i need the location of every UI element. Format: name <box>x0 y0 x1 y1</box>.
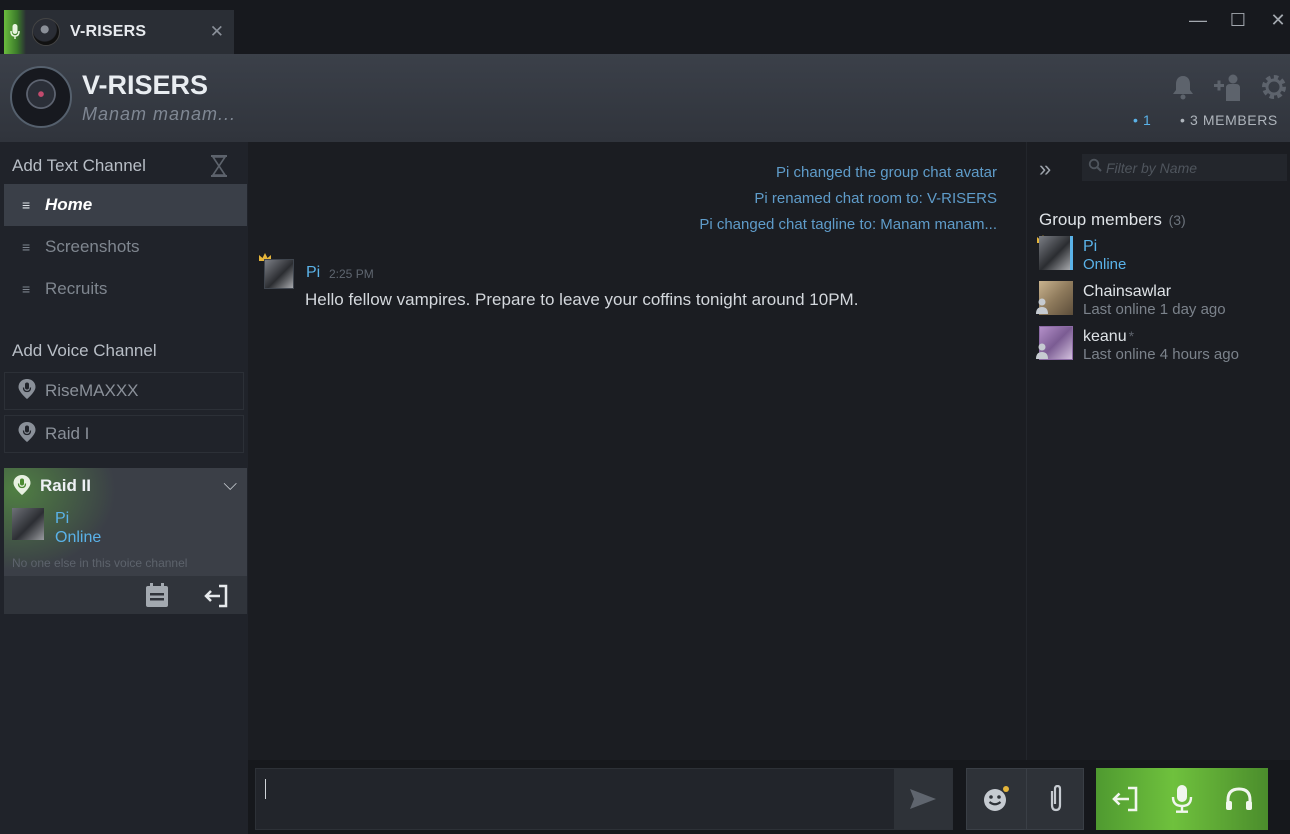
voice-channel-details-icon[interactable] <box>143 582 171 610</box>
group-name: V-RISERS <box>82 70 209 100</box>
microphone-button[interactable] <box>1153 768 1210 830</box>
text-channel-icon: ≡ <box>22 239 31 255</box>
voice-controls-bar <box>4 576 247 614</box>
member-avatar <box>1039 236 1073 270</box>
online-count: • 1 <box>1133 112 1152 128</box>
hourglass-icon[interactable] <box>208 154 230 183</box>
composer-tools <box>966 768 1084 830</box>
message-text: Hello fellow vampires. Prepare to leave … <box>305 290 859 309</box>
group-members-label: Group members <box>1039 210 1162 229</box>
send-button[interactable] <box>894 769 952 829</box>
leave-voice-button[interactable] <box>1096 768 1153 830</box>
user-icon <box>1036 298 1048 314</box>
channel-sidebar: Add Text Channel ≡ Home ≡ Screenshots ≡ … <box>0 142 248 834</box>
chevron-down-icon[interactable]: ⌵ <box>223 474 237 495</box>
paperclip-icon <box>1050 785 1061 812</box>
voice-channel-label: RiseMAXXX <box>45 381 139 400</box>
message-author[interactable]: Pi <box>306 264 320 282</box>
member-name: Chainsawlar <box>1083 283 1172 300</box>
member-filter[interactable] <box>1082 154 1287 181</box>
add-friend-icon[interactable] <box>1213 72 1243 102</box>
voice-controls <box>1096 768 1268 830</box>
leave-voice-icon[interactable] <box>202 582 230 610</box>
group-avatar[interactable] <box>10 66 72 128</box>
search-icon <box>1088 158 1102 177</box>
member-status: Last online 4 hours ago <box>1083 346 1239 363</box>
minimize-button[interactable]: — <box>1186 10 1210 31</box>
bell-icon[interactable] <box>1168 72 1198 102</box>
message-input[interactable] <box>264 777 884 821</box>
voice-user-status: Online <box>55 529 102 546</box>
voice-channel-icon <box>17 378 37 405</box>
message-author-avatar[interactable] <box>264 259 294 289</box>
headphones-icon <box>1225 787 1252 810</box>
member-chainsawlar[interactable]: Chainsawlar Last online 1 day ago <box>1036 281 1289 321</box>
title-bar: V-RISERS ✕ — ☐ ✕ <box>0 0 1290 54</box>
group-members-title: Group members (3) <box>1039 210 1186 230</box>
channel-label: Recruits <box>45 279 108 298</box>
voice-channel-label: Raid I <box>45 424 90 443</box>
headphones-button[interactable] <box>1210 768 1267 830</box>
system-message: Pi changed the group chat avatar <box>776 164 997 181</box>
message-composer <box>255 768 953 830</box>
sidebar-item-screenshots[interactable]: ≡ Screenshots <box>4 226 247 268</box>
members-panel: » Group members (3) Pi Online Chainsawla… <box>1026 142 1290 760</box>
send-icon <box>910 789 936 809</box>
text-channel-icon: ≡ <box>22 197 31 213</box>
user-icon <box>1036 343 1048 359</box>
maximize-button[interactable]: ☐ <box>1226 10 1250 31</box>
member-status: Online <box>1083 256 1127 273</box>
leave-voice-icon <box>1111 786 1137 812</box>
group-header: V-RISERS Manam manam... • 1 • 3 MEMBERS <box>0 54 1290 142</box>
group-members-count: (3) <box>1168 212 1186 228</box>
sidebar-item-recruits[interactable]: ≡ Recruits <box>4 268 247 310</box>
member-name-text: keanu <box>1083 328 1127 345</box>
collapse-members-icon[interactable]: » <box>1039 156 1051 182</box>
filter-input[interactable] <box>1106 159 1281 176</box>
member-pi[interactable]: Pi Online <box>1037 235 1289 276</box>
voice-channel-icon <box>17 421 37 448</box>
voice-user-name[interactable]: Pi <box>55 510 69 528</box>
tab-group-avatar <box>32 18 60 46</box>
microphone-icon <box>1171 785 1192 813</box>
gear-icon[interactable] <box>1259 72 1289 102</box>
member-status: Last online 1 day ago <box>1083 301 1226 318</box>
message-timestamp: 2:25 PM <box>329 267 374 281</box>
member-name: Pi <box>1083 238 1098 255</box>
smiley-icon <box>984 786 1009 811</box>
emoticon-button[interactable] <box>967 769 1025 829</box>
channel-label: Home <box>45 195 93 214</box>
member-badge: * <box>1128 328 1135 344</box>
member-keanu[interactable]: keanu * Last online 4 hours ago <box>1036 326 1289 366</box>
chat-area: Pi changed the group chat avatar Pi rena… <box>248 142 1026 760</box>
chat-tab[interactable]: V-RISERS ✕ <box>4 10 234 54</box>
group-tagline: Manam manam... <box>82 104 237 124</box>
system-message: Pi renamed chat room to: V-RISERS <box>754 190 997 207</box>
voice-channel-active-icon <box>12 474 32 501</box>
members-count[interactable]: • 3 MEMBERS <box>1180 112 1278 128</box>
close-window-button[interactable]: ✕ <box>1266 10 1290 31</box>
voice-user-avatar[interactable] <box>12 508 44 540</box>
text-channel-icon: ≡ <box>22 281 31 297</box>
voice-empty-note: No one else in this voice channel <box>12 556 188 570</box>
tab-title: V-RISERS <box>70 23 147 40</box>
system-message: Pi changed chat tagline to: Manam manam.… <box>699 216 997 233</box>
sidebar-item-home[interactable]: ≡ Home <box>4 184 247 226</box>
voice-channel-risemaxxx[interactable]: RiseMAXXX <box>4 372 244 410</box>
active-voice-channel: Raid II ⌵ Pi Online No one else in this … <box>4 468 247 614</box>
active-voice-channel-title[interactable]: Raid II <box>40 476 91 496</box>
attach-button[interactable] <box>1026 769 1084 829</box>
add-text-channel-label[interactable]: Add Text Channel <box>12 156 146 176</box>
tab-close-icon[interactable]: ✕ <box>210 22 224 42</box>
voice-channel-raid-i[interactable]: Raid I <box>4 415 244 453</box>
channel-label: Screenshots <box>45 237 140 256</box>
member-name: keanu * <box>1083 328 1134 346</box>
add-voice-channel-label[interactable]: Add Voice Channel <box>12 341 157 361</box>
microphone-icon <box>4 10 26 54</box>
